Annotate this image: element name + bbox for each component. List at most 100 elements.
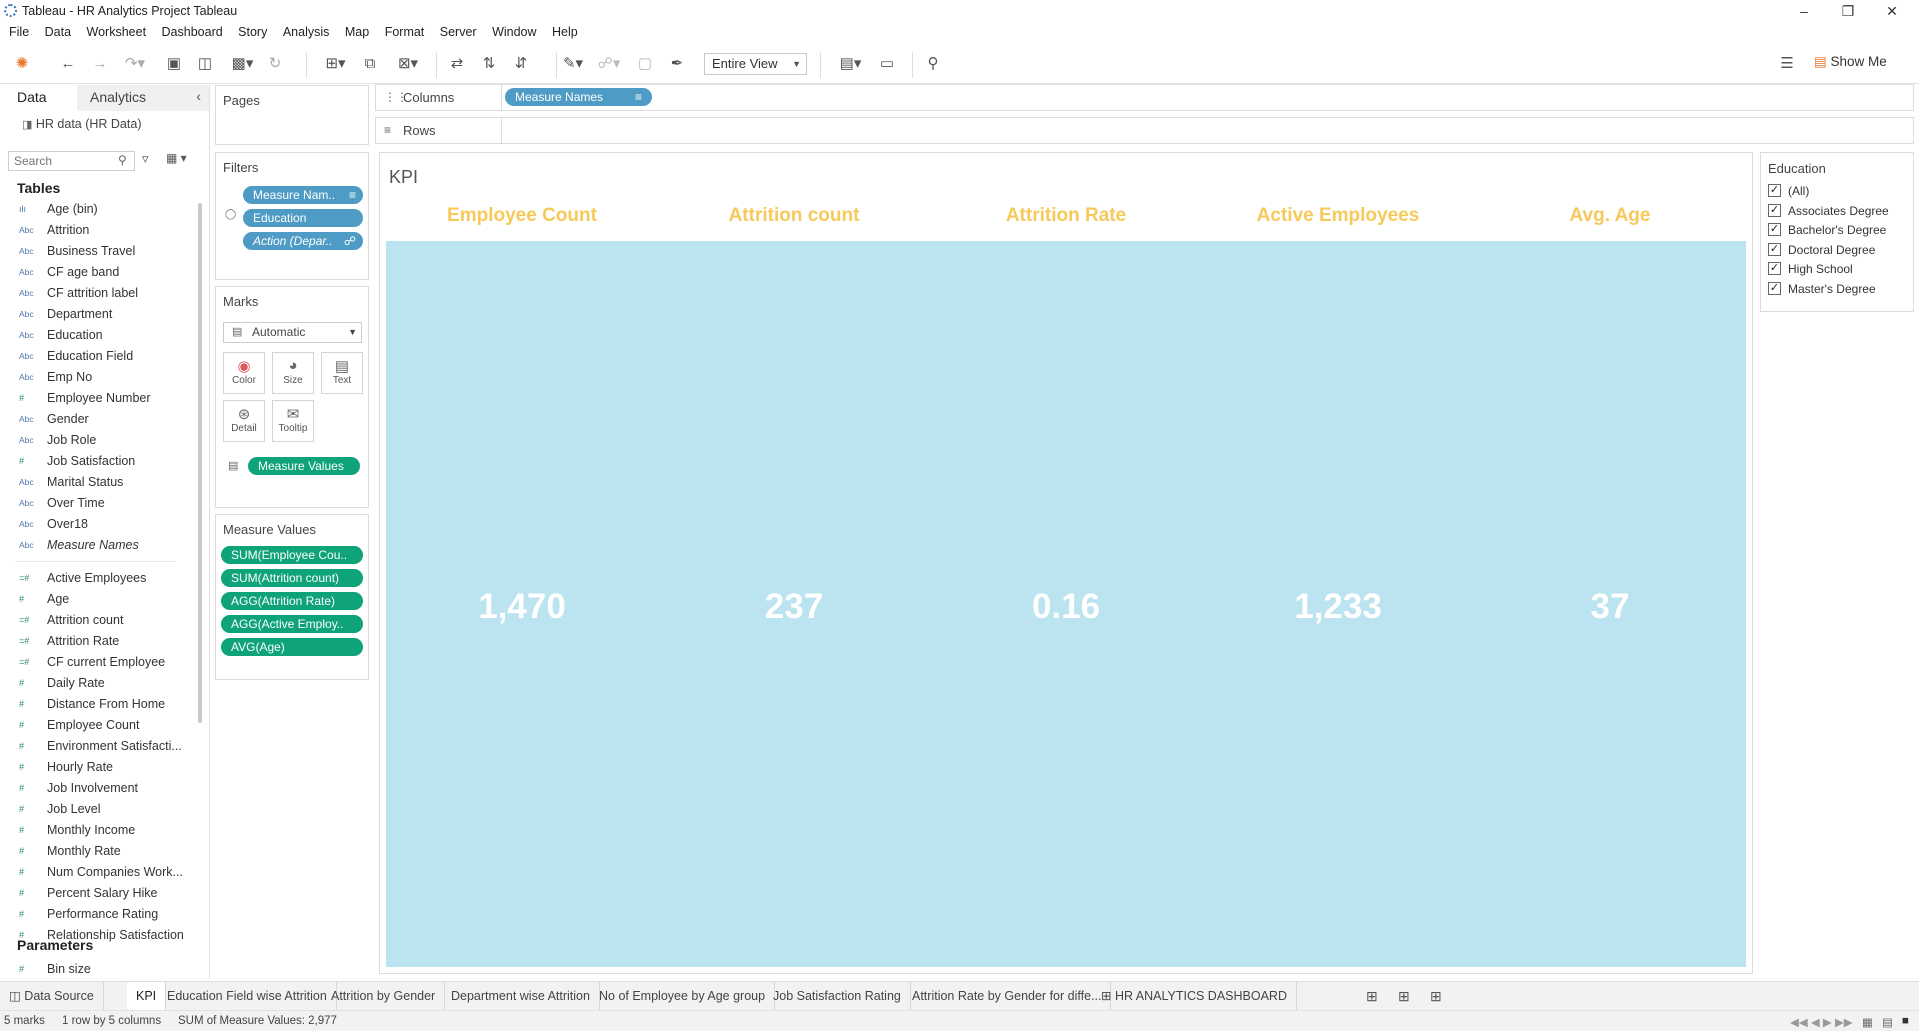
- filter-pill-action-department[interactable]: Action (Depar.. ☍: [243, 232, 363, 250]
- kpi-value[interactable]: 0.16: [930, 587, 1202, 627]
- new-story-tab-icon[interactable]: ⊞: [1430, 988, 1442, 1005]
- field-item[interactable]: Abc Education Field: [0, 346, 196, 367]
- field-item[interactable]: Abc Marital Status: [0, 472, 196, 493]
- view-options-icon[interactable]: ▦ ▾: [166, 151, 187, 165]
- collapse-pane-icon[interactable]: ‹: [196, 88, 201, 104]
- menu-window[interactable]: Window: [492, 22, 536, 39]
- field-item[interactable]: # Job Satisfaction: [0, 451, 196, 472]
- field-item[interactable]: =# Attrition count: [0, 610, 196, 631]
- education-filter-option[interactable]: ✓ (All): [1768, 182, 1919, 200]
- filter-fields-icon[interactable]: ▿: [142, 151, 149, 167]
- field-item[interactable]: # Hourly Rate: [0, 757, 196, 778]
- education-filter-option[interactable]: ✓ Doctoral Degree: [1768, 241, 1919, 259]
- field-item[interactable]: # Performance Rating: [0, 904, 196, 925]
- tabs-view-icon[interactable]: ■: [1902, 1015, 1909, 1027]
- menu-file[interactable]: File: [9, 22, 29, 39]
- pause-updates-icon[interactable]: ▩▾: [225, 54, 260, 74]
- field-item[interactable]: Abc Department: [0, 304, 196, 325]
- field-search-input[interactable]: [8, 151, 135, 171]
- menu-worksheet[interactable]: Worksheet: [87, 22, 147, 39]
- minimize-button[interactable]: –: [1784, 1, 1824, 21]
- checkbox-icon[interactable]: ✓: [1768, 184, 1781, 197]
- field-item[interactable]: # Job Involvement: [0, 778, 196, 799]
- checkbox-icon[interactable]: ✓: [1768, 223, 1781, 236]
- field-item[interactable]: =# Attrition Rate: [0, 631, 196, 652]
- marks-size-button[interactable]: ◕ Size: [272, 352, 314, 394]
- measure-pill[interactable]: AGG(Attrition Rate): [221, 592, 363, 610]
- marks-text-button[interactable]: ▤ Text: [321, 352, 363, 394]
- filter-pill-measure-names[interactable]: Measure Nam.. ≡: [243, 186, 363, 204]
- measure-pill[interactable]: AGG(Active Employ..: [221, 615, 363, 633]
- field-item[interactable]: Abc Business Travel: [0, 241, 196, 262]
- kpi-value[interactable]: 37: [1474, 587, 1746, 627]
- field-list-scrollbar[interactable]: [198, 203, 202, 723]
- sheet-tab[interactable]: Education Field wise Attrition: [158, 982, 337, 1010]
- filmstrip-icon[interactable]: ▤: [1882, 1015, 1893, 1029]
- new-dashboard-tab-icon[interactable]: ⊞: [1398, 988, 1410, 1005]
- kpi-value[interactable]: 1,470: [386, 587, 658, 627]
- checkbox-icon[interactable]: ✓: [1768, 203, 1781, 217]
- tab-data[interactable]: Data: [0, 85, 76, 111]
- menu-dashboard[interactable]: Dashboard: [162, 22, 223, 39]
- education-filter-option[interactable]: ✓ Master's Degree: [1768, 280, 1919, 298]
- presentation-mode-icon[interactable]: ▭: [876, 54, 898, 74]
- columns-pill-measure-names[interactable]: Measure Names ≡: [505, 88, 652, 106]
- field-item[interactable]: Abc CF age band: [0, 262, 196, 283]
- tab-data-source[interactable]: ◫ Data Source: [0, 982, 104, 1010]
- field-item[interactable]: # Daily Rate: [0, 673, 196, 694]
- clear-sheet-icon[interactable]: ⊠▾: [388, 54, 428, 74]
- menu-format[interactable]: Format: [385, 22, 425, 39]
- kpi-value[interactable]: 237: [658, 587, 930, 627]
- kpi-value[interactable]: 1,233: [1202, 587, 1474, 627]
- menu-help[interactable]: Help: [552, 22, 578, 39]
- show-me-button[interactable]: ▤ Show Me: [1814, 54, 1887, 70]
- measure-pill[interactable]: SUM(Attrition count): [221, 569, 363, 587]
- group-members-icon[interactable]: ☍▾: [594, 54, 624, 74]
- education-filter-option[interactable]: ✓ Associates Degree: [1768, 202, 1919, 220]
- parameter-item[interactable]: # Bin size: [0, 959, 200, 980]
- save-icon[interactable]: ▣: [164, 54, 184, 74]
- field-item[interactable]: Abc Emp No: [0, 367, 196, 388]
- sheet-sorter-icon[interactable]: ▦: [1862, 1015, 1873, 1029]
- datasource-item[interactable]: ◨ HR data (HR Data): [22, 117, 141, 131]
- field-item[interactable]: # Monthly Rate: [0, 841, 196, 862]
- field-item[interactable]: Abc Measure Names: [0, 535, 196, 556]
- new-datasource-icon[interactable]: ◫: [195, 54, 215, 74]
- field-item[interactable]: # Age: [0, 589, 196, 610]
- sheet-nav-icon[interactable]: ◀◀ ◀ ▶ ▶▶: [1790, 1015, 1853, 1029]
- highlight-icon[interactable]: ✎▾: [558, 54, 588, 74]
- sheet-tab[interactable]: Attrition Rate by Gender for diffe...: [903, 982, 1112, 1010]
- refresh-icon[interactable]: ↻: [265, 54, 285, 74]
- checkbox-icon[interactable]: ✓: [1768, 281, 1781, 295]
- duplicate-icon[interactable]: ⧉: [360, 54, 380, 74]
- menu-server[interactable]: Server: [440, 22, 477, 39]
- sheet-tab[interactable]: Attrition by Gender: [322, 982, 446, 1010]
- sort-descending-icon[interactable]: ⇵: [510, 54, 532, 74]
- checkbox-icon[interactable]: ✓: [1768, 262, 1781, 275]
- rows-shelf[interactable]: ≡ Rows: [375, 117, 1914, 144]
- education-filter-option[interactable]: ✓ Bachelor's Degree: [1768, 221, 1919, 239]
- close-button[interactable]: ✕: [1872, 1, 1912, 21]
- swap-rows-columns-icon[interactable]: ⇄: [446, 54, 468, 74]
- field-item[interactable]: Abc CF attrition label: [0, 283, 196, 304]
- format-painter-icon[interactable]: ☰: [1776, 54, 1798, 74]
- menu-map[interactable]: Map: [345, 22, 369, 39]
- marks-pill-measure-values[interactable]: Measure Values: [248, 457, 360, 475]
- kpi-panel[interactable]: 1,470 237 0.16 1,233 37: [386, 241, 1746, 967]
- tab-analytics[interactable]: Analytics ‹: [77, 85, 209, 111]
- show-labels-icon[interactable]: ▢: [634, 54, 656, 74]
- tableau-logo-icon[interactable]: ✺: [12, 54, 32, 74]
- measure-pill[interactable]: SUM(Employee Cou..: [221, 546, 363, 564]
- field-item[interactable]: # Employee Number: [0, 388, 196, 409]
- pages-card[interactable]: Pages: [215, 85, 369, 145]
- undo-icon[interactable]: ←: [58, 54, 78, 74]
- mark-type-dropdown[interactable]: ▤ Automatic ▼: [223, 322, 362, 343]
- field-item[interactable]: # Job Level: [0, 799, 196, 820]
- pin-icon[interactable]: ✒: [666, 54, 688, 74]
- new-worksheet-tab-icon[interactable]: ⊞: [1366, 988, 1378, 1005]
- measure-pill[interactable]: AVG(Age): [221, 638, 363, 656]
- field-item[interactable]: # Percent Salary Hike: [0, 883, 196, 904]
- education-filter-option[interactable]: ✓ High School: [1768, 260, 1919, 278]
- field-item[interactable]: Abc Job Role: [0, 430, 196, 451]
- redo-icon[interactable]: →: [90, 54, 110, 74]
